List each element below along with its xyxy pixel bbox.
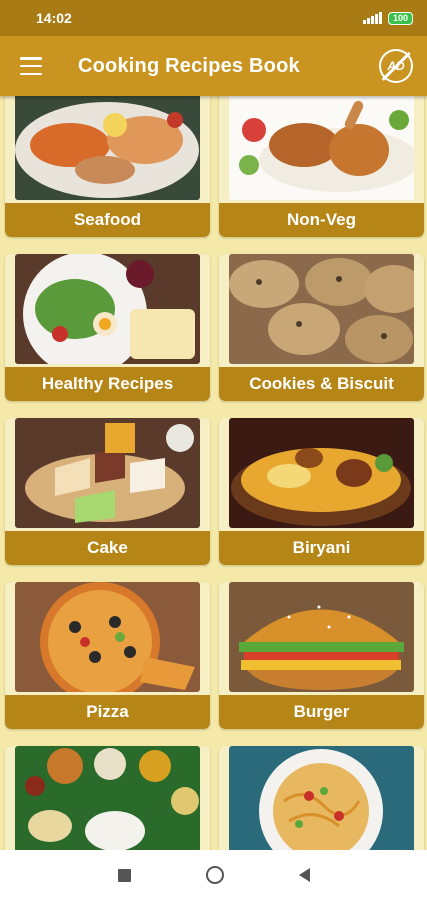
category-card-biryani[interactable]: Biryani bbox=[219, 418, 424, 565]
category-card-seafood[interactable]: Seafood bbox=[5, 96, 210, 237]
category-card-burger[interactable]: Burger bbox=[219, 582, 424, 729]
system-nav-bar bbox=[0, 850, 427, 900]
category-label: Cookies & Biscuit bbox=[219, 367, 424, 401]
salad-plate-photo bbox=[15, 254, 200, 364]
signal-icon bbox=[362, 12, 382, 24]
no-ads-icon-text: AD bbox=[387, 59, 405, 73]
recents-icon[interactable] bbox=[117, 868, 131, 882]
biryani-photo bbox=[229, 418, 414, 528]
category-grid-container[interactable]: Seafood Non-Veg Healthy Recipes Cookies … bbox=[0, 96, 427, 850]
category-card-pizza[interactable]: Pizza bbox=[5, 582, 210, 729]
category-card-pasta[interactable] bbox=[219, 746, 424, 850]
status-time: 14:02 bbox=[36, 10, 72, 26]
thali-meal-photo bbox=[15, 746, 200, 850]
app-bar: Cooking Recipes Book AD bbox=[0, 36, 427, 96]
category-label: Healthy Recipes bbox=[5, 367, 210, 401]
category-grid: Seafood Non-Veg Healthy Recipes Cookies … bbox=[5, 96, 424, 850]
menu-icon[interactable] bbox=[20, 57, 42, 75]
back-icon[interactable] bbox=[298, 868, 310, 882]
category-label: Non-Veg bbox=[219, 203, 424, 237]
spaghetti-photo bbox=[229, 746, 414, 850]
cookies-photo bbox=[229, 254, 414, 364]
status-bar: 14:02 100 bbox=[0, 0, 427, 36]
seafood-platter-photo bbox=[15, 96, 200, 200]
battery-icon: 100 bbox=[387, 11, 413, 25]
app-title: Cooking Recipes Book bbox=[78, 54, 300, 77]
category-label: Burger bbox=[219, 695, 424, 729]
category-card-healthy-recipes[interactable]: Healthy Recipes bbox=[5, 254, 210, 401]
pizza-photo bbox=[15, 582, 200, 692]
home-icon[interactable] bbox=[205, 866, 224, 884]
category-label: Cake bbox=[5, 531, 210, 565]
category-card-non-veg[interactable]: Non-Veg bbox=[219, 96, 424, 237]
burger-photo bbox=[229, 582, 414, 692]
category-card-thali[interactable] bbox=[5, 746, 210, 850]
category-label: Pizza bbox=[5, 695, 210, 729]
status-icons: 100 bbox=[362, 11, 413, 25]
roast-chicken-photo bbox=[229, 96, 414, 200]
no-ads-icon[interactable]: AD bbox=[379, 49, 413, 83]
category-label: Seafood bbox=[5, 203, 210, 237]
cake-slices-photo bbox=[15, 418, 200, 528]
category-card-cookies-biscuit[interactable]: Cookies & Biscuit bbox=[219, 254, 424, 401]
category-card-cake[interactable]: Cake bbox=[5, 418, 210, 565]
category-label: Biryani bbox=[219, 531, 424, 565]
